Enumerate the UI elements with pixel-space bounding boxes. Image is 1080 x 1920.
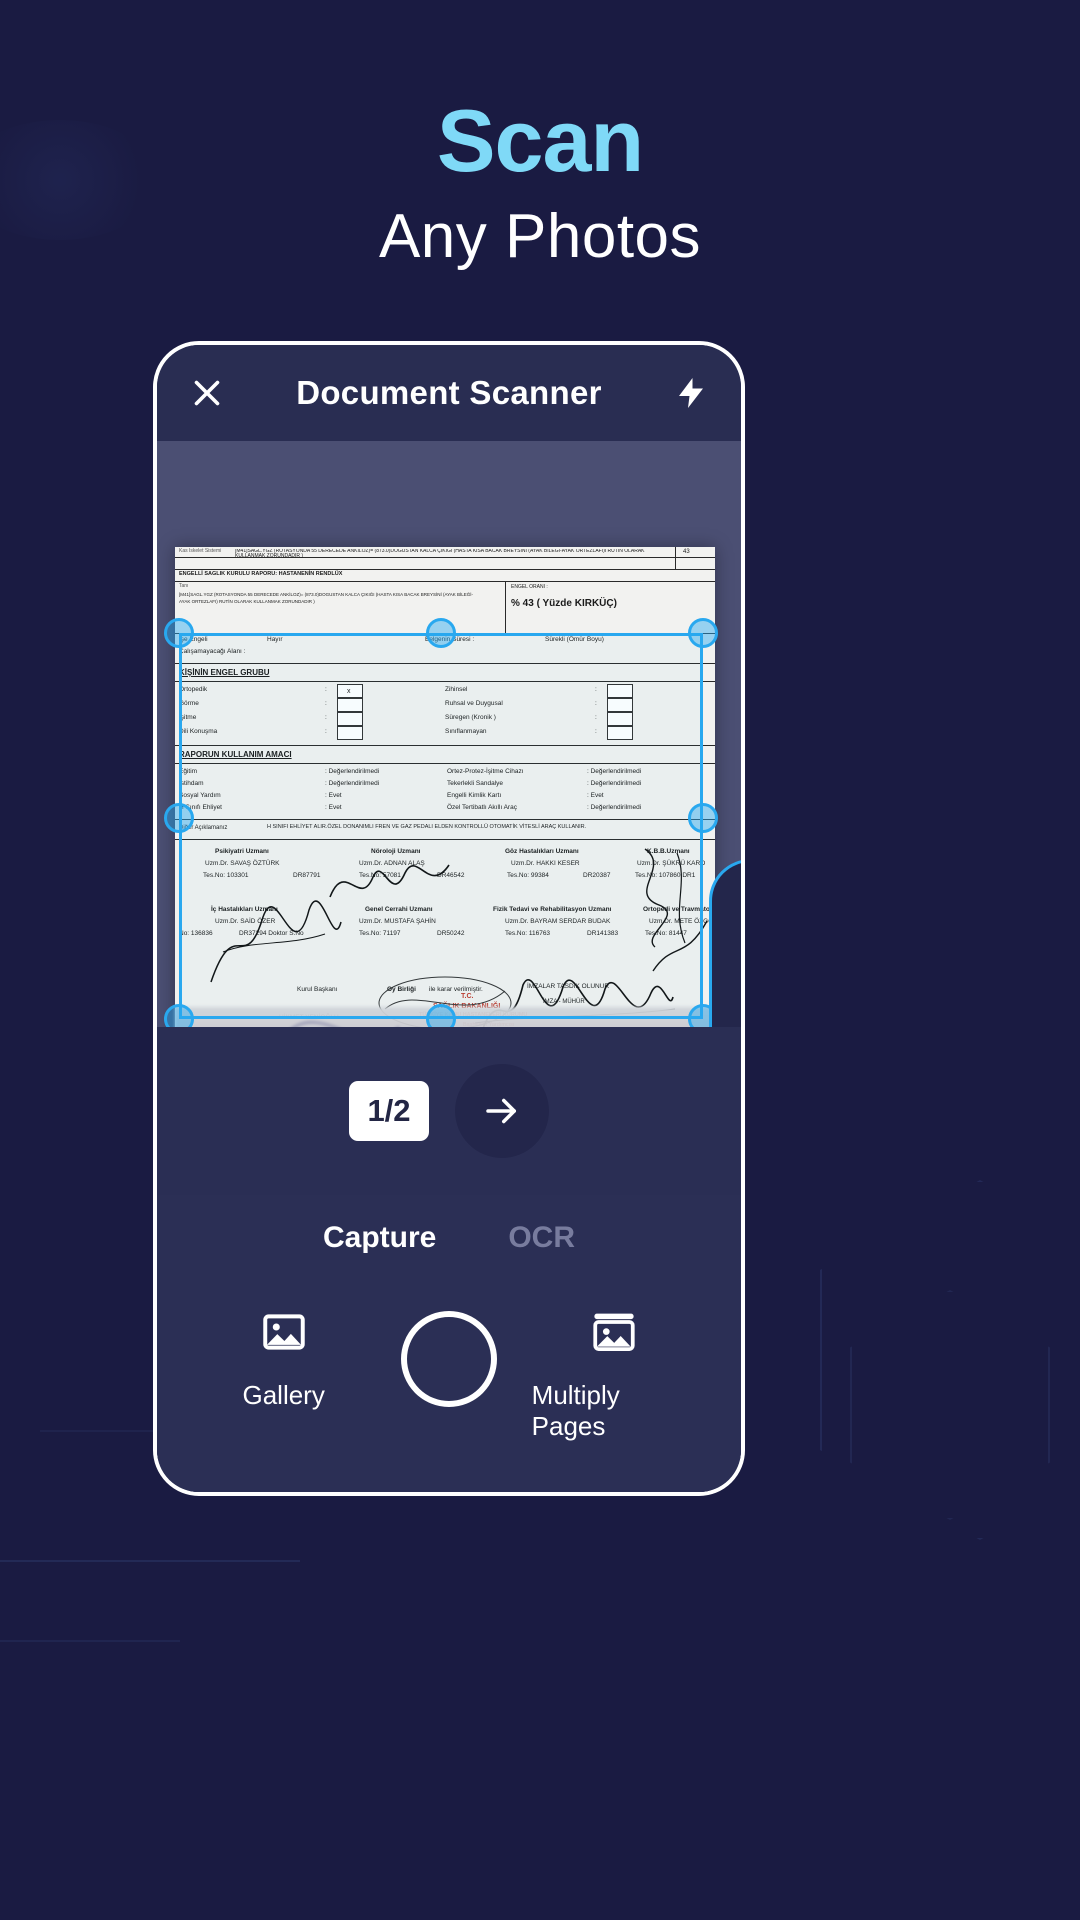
doc-top-code: [M41]SAGL.YGZ (ROTASYONDA 55 DERECEDE AN… <box>235 549 645 559</box>
doc-section-label: ENGELLİ SAGLIK KURULU RAPORU: HASTANENİN… <box>179 571 343 577</box>
doc-ratio-value: % 43 ( Yüzde KIRKÜÇ) <box>511 598 617 609</box>
phone-mockup: Document Scanner Kas Iskelet Sistemi [M4… <box>153 341 745 1496</box>
multi-image-icon <box>589 1307 639 1362</box>
crop-handle-bottom-center[interactable] <box>426 1004 456 1027</box>
mode-tabs: Capture OCR <box>157 1195 741 1281</box>
background-hexagon-small <box>850 1290 1050 1520</box>
pager-row: 1/2 <box>157 1027 741 1195</box>
multiply-pages-label: Multiply Pages <box>531 1380 620 1441</box>
page-title: Scan <box>436 91 644 190</box>
page-subtitle: Any Photos <box>378 202 702 272</box>
app-title: Document Scanner <box>296 374 602 411</box>
shutter-button[interactable] <box>366 1307 531 1407</box>
edit-toolbar <box>709 859 741 1027</box>
shutter-ring[interactable] <box>400 1311 497 1407</box>
crop-handle-mid-right[interactable] <box>688 803 718 834</box>
app-screen: Document Scanner Kas Iskelet Sistemi [M4… <box>157 345 741 1492</box>
crop-handle-mid-left[interactable] <box>164 803 194 834</box>
scan-preview[interactable]: Kas Iskelet Sistemi [M41]SAGL.YGZ (ROTAS… <box>157 441 741 1027</box>
crop-frame[interactable] <box>164 618 718 1027</box>
crop-handle-top-right[interactable] <box>688 618 718 648</box>
crop-handle-top-left[interactable] <box>164 618 194 648</box>
app-header: Document Scanner <box>157 345 741 441</box>
background-line-2 <box>0 1640 180 1642</box>
page-counter[interactable]: 1/2 <box>349 1081 429 1141</box>
bottom-bar: Gallery Multiply Pages <box>157 1281 741 1492</box>
promo-headline-block: Scan Any Photos <box>0 91 1080 272</box>
rotate-icon[interactable] <box>727 919 741 993</box>
crop-handle-bottom-left[interactable] <box>164 1004 194 1027</box>
background-hexagon-large <box>820 1180 1080 1540</box>
image-icon <box>259 1307 309 1362</box>
gallery-label: Gallery <box>242 1380 325 1410</box>
doc-ratio-label: ENGEL ORANI : <box>511 584 548 590</box>
background-line-1 <box>0 1560 300 1562</box>
doc-top-code-number: 43 <box>683 549 690 555</box>
tab-capture[interactable]: Capture <box>323 1221 436 1255</box>
tab-ocr[interactable]: OCR <box>508 1221 575 1255</box>
crop-handle-top-center[interactable] <box>426 618 456 648</box>
next-page-button[interactable] <box>454 1064 549 1158</box>
close-icon[interactable] <box>177 363 237 423</box>
gallery-button[interactable]: Gallery <box>201 1307 366 1411</box>
multiply-pages-button[interactable]: Multiply Pages <box>532 1307 697 1442</box>
flash-icon[interactable] <box>661 363 721 423</box>
